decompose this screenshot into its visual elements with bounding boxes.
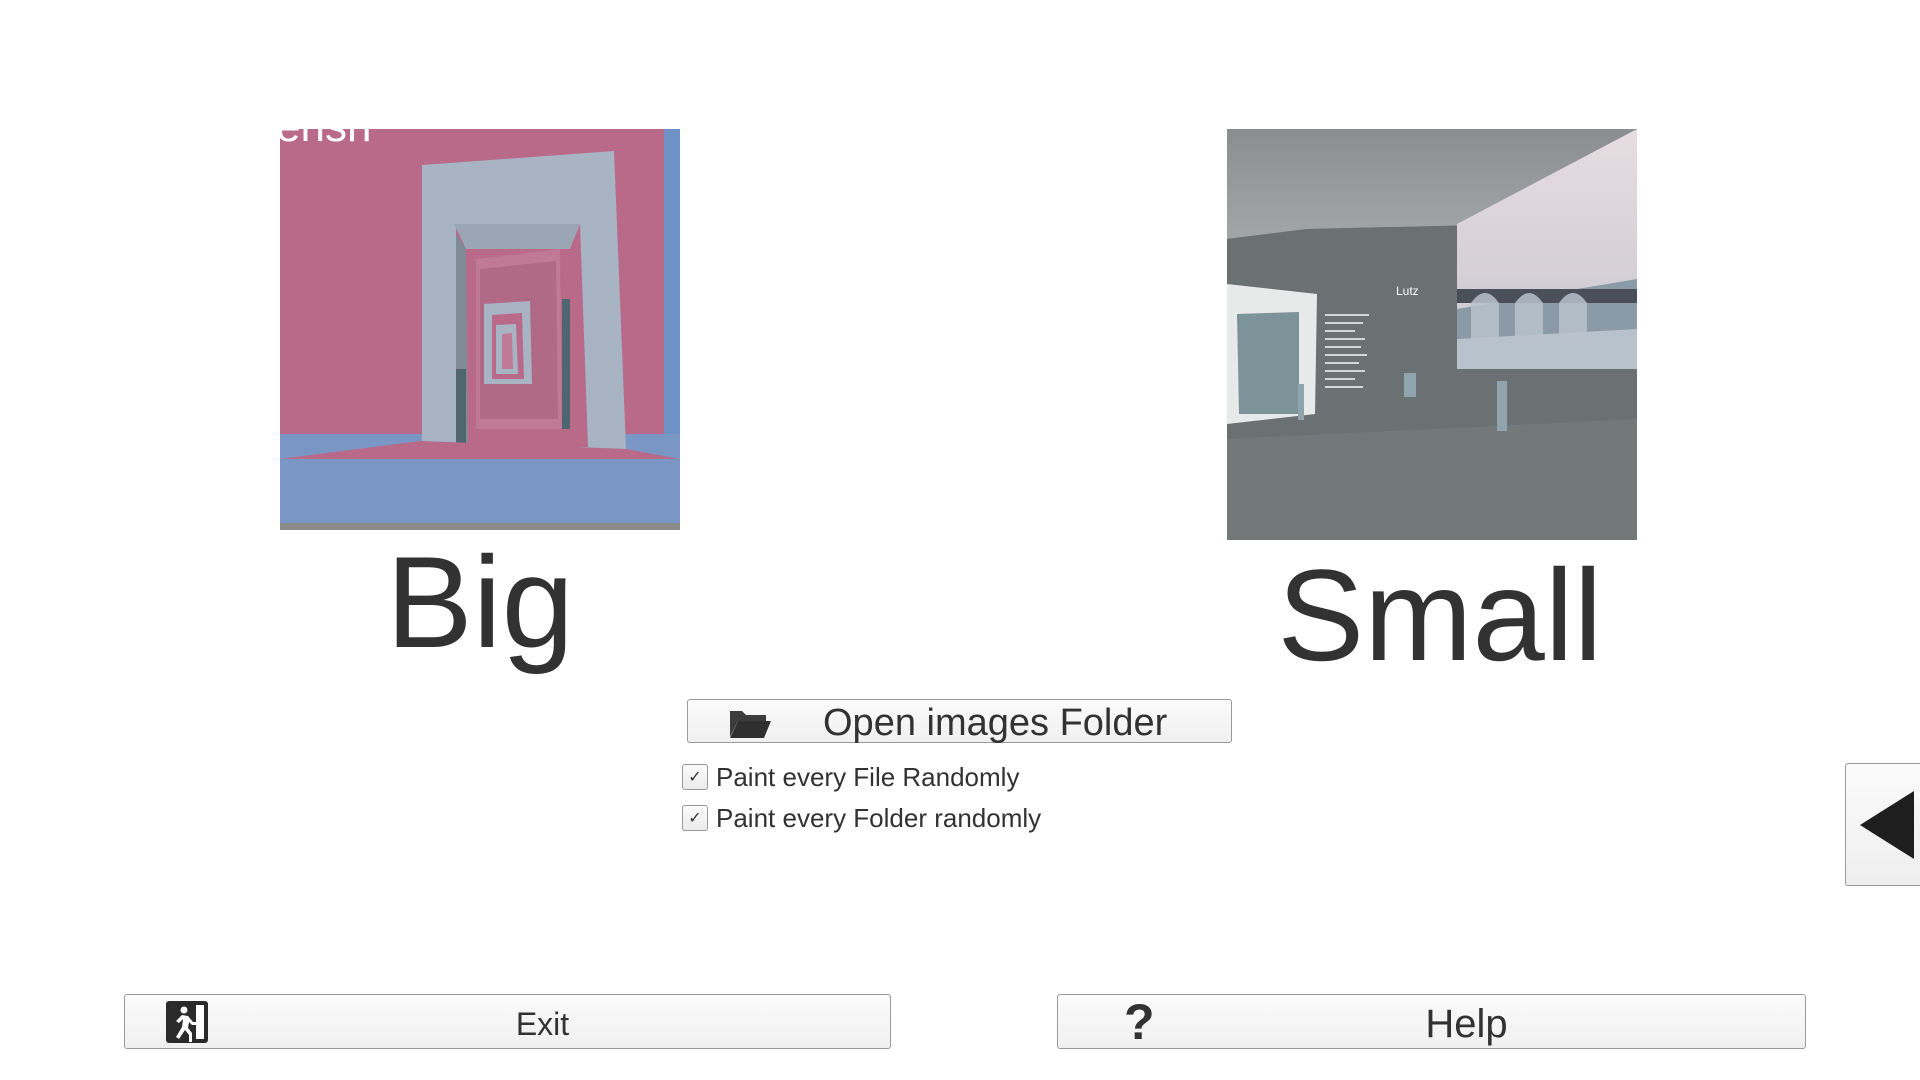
- checkmark-icon: ✓: [688, 769, 702, 786]
- exit-button[interactable]: Exit: [124, 994, 891, 1049]
- paint-file-randomly-checkbox[interactable]: ✓: [682, 764, 708, 790]
- folder-open-icon: [728, 707, 772, 744]
- open-images-folder-button[interactable]: Open images Folder: [687, 699, 1232, 744]
- paint-file-randomly-option[interactable]: ✓ Paint every File Randomly: [682, 762, 1019, 792]
- checkmark-icon: ✓: [688, 810, 702, 827]
- open-images-folder-label: Open images Folder: [823, 702, 1168, 744]
- side-panel-toggle-button[interactable]: [1845, 763, 1920, 886]
- small-room-preview-image[interactable]: Lutz: [1227, 129, 1637, 540]
- small-mode-label[interactable]: Small: [1220, 550, 1660, 680]
- big-room-preview-image[interactable]: ensh: [280, 129, 680, 530]
- paint-folder-randomly-option[interactable]: ✓ Paint every Folder randomly: [682, 803, 1041, 833]
- paint-folder-randomly-checkbox[interactable]: ✓: [682, 805, 708, 831]
- wall-text: ensh: [280, 129, 371, 151]
- help-label: Help: [1425, 1002, 1508, 1046]
- help-button[interactable]: ? Help: [1057, 994, 1806, 1049]
- triangle-left-icon: [1860, 791, 1914, 859]
- big-mode-label[interactable]: Big: [330, 537, 630, 667]
- exit-label: Exit: [515, 1006, 570, 1042]
- paint-folder-randomly-label[interactable]: Paint every Folder randomly: [716, 803, 1041, 834]
- name-text: Lutz: [1396, 284, 1419, 298]
- paint-file-randomly-label[interactable]: Paint every File Randomly: [716, 762, 1019, 793]
